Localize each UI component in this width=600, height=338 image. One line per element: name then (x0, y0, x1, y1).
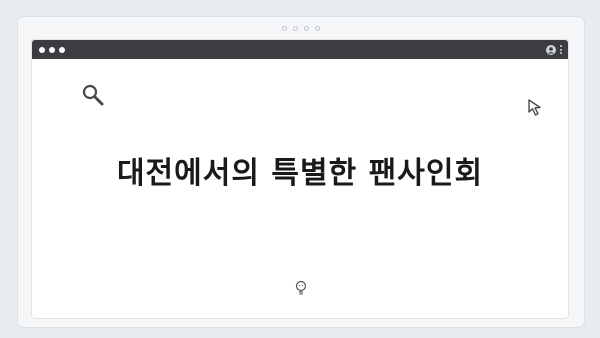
dot-icon[interactable] (293, 26, 298, 31)
minimize-dot-icon[interactable] (49, 46, 55, 53)
carousel-dots (18, 26, 584, 31)
user-icon[interactable] (546, 44, 556, 55)
pointer-cursor-icon (528, 99, 541, 116)
page-title: 대전에서의 특별한 팬사인회 (116, 156, 484, 191)
search-icon[interactable] (81, 83, 105, 107)
dot-icon[interactable] (282, 26, 287, 31)
dot-icon[interactable] (315, 26, 320, 31)
lightbulb-icon (295, 280, 307, 295)
maximize-dot-icon[interactable] (59, 46, 65, 53)
close-dot-icon[interactable] (39, 46, 45, 53)
titlebar-actions (546, 44, 562, 55)
browser-window: 대전에서의 특별한 팬사인회 (32, 40, 568, 318)
dot-icon[interactable] (304, 26, 309, 31)
kebab-menu-icon[interactable] (560, 45, 562, 54)
window-titlebar (32, 40, 568, 59)
window-controls (39, 46, 65, 53)
